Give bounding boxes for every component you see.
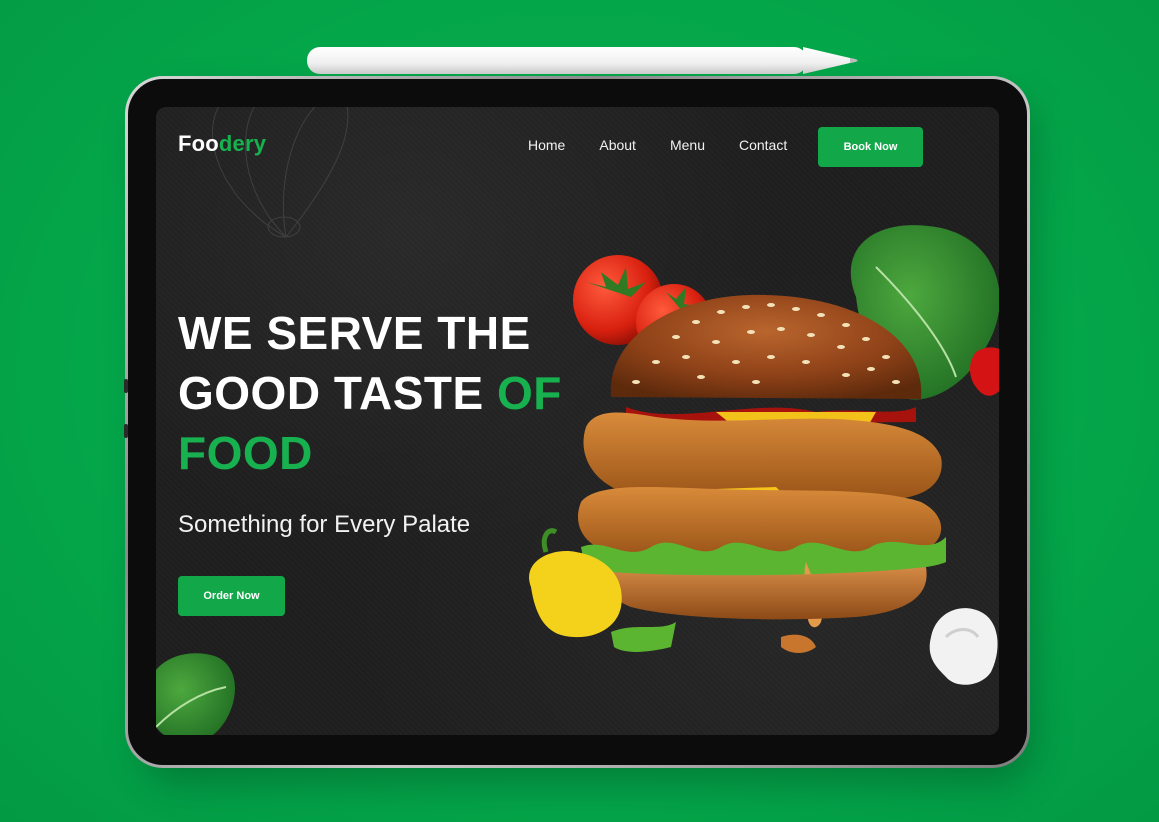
- order-now-button[interactable]: Order Now: [178, 576, 285, 616]
- burger-image: [578, 294, 946, 628]
- tablet-bezel: Foodery Home About Menu Contact Book Now…: [124, 79, 1027, 765]
- hero-subtitle: Something for Every Palate: [178, 511, 471, 538]
- red-pepper-icon: [970, 347, 999, 396]
- nav-item-menu[interactable]: Menu: [670, 137, 705, 153]
- logo-text-accent: dery: [218, 131, 267, 156]
- crumb-icon: [781, 634, 816, 653]
- tablet-side-button: [124, 379, 128, 393]
- main-nav: Home About Menu Contact: [528, 137, 821, 153]
- hero-title-line2-accent: OF: [497, 367, 562, 419]
- lettuce-piece-icon: [611, 622, 676, 652]
- book-now-button[interactable]: Book Now: [818, 127, 923, 167]
- nav-item-about[interactable]: About: [599, 137, 636, 153]
- hero-title-line1: WE SERVE THE: [178, 307, 531, 359]
- brand-logo[interactable]: Foodery: [178, 131, 266, 157]
- hero-title-line2: GOOD TASTE: [178, 367, 497, 419]
- hero-title: WE SERVE THE GOOD TASTE OF FOOD: [178, 303, 562, 483]
- nav-item-contact[interactable]: Contact: [739, 137, 787, 153]
- mockup-scene: Foodery Home About Menu Contact Book Now…: [0, 0, 1159, 822]
- nav-item-home[interactable]: Home: [528, 137, 565, 153]
- stylus-pencil-icon: [307, 47, 858, 74]
- tablet-side-button: [124, 424, 128, 438]
- website-screen: Foodery Home About Menu Contact Book Now…: [156, 107, 999, 735]
- whisk-icon: [212, 107, 349, 238]
- tablet-device: Foodery Home About Menu Contact Book Now…: [124, 76, 1030, 768]
- logo-text-primary: Foo: [178, 131, 219, 156]
- mushroom-icon: [929, 608, 998, 685]
- brussels-leaf-icon: [156, 653, 235, 735]
- hero-title-line3-accent: FOOD: [178, 427, 313, 479]
